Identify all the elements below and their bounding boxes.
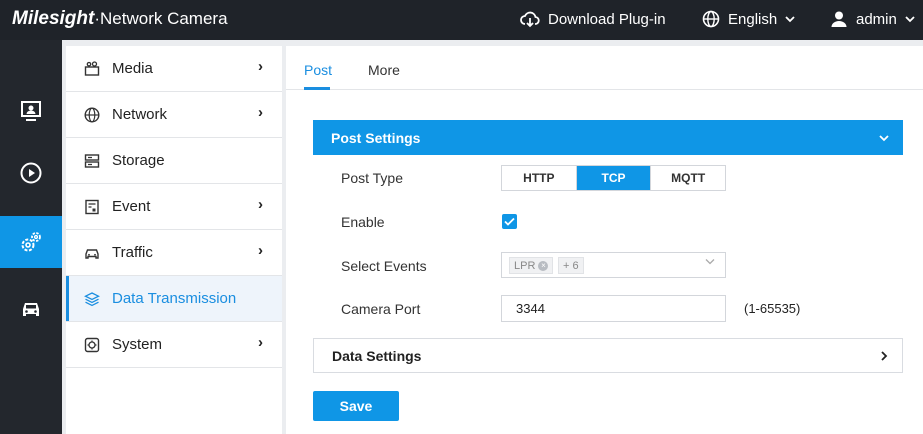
active-tab-indicator — [304, 87, 330, 90]
enable-label: Enable — [341, 214, 385, 230]
rail-vehicle[interactable] — [0, 283, 62, 335]
menu-label: Traffic — [112, 244, 153, 261]
menu-label: Storage — [112, 152, 165, 169]
event-tag-label: LPR — [514, 259, 536, 272]
settings-gears-icon — [21, 232, 41, 252]
enable-checkbox[interactable] — [502, 214, 517, 229]
rail-settings[interactable] — [0, 216, 62, 268]
chevron-right-icon: › — [258, 242, 263, 259]
camera-port-label: Camera Port — [341, 301, 421, 317]
brand-logo: Milesight·Network Camera — [12, 8, 228, 30]
section-title: Data Settings — [332, 347, 422, 364]
post-settings-header[interactable]: Post Settings — [313, 120, 903, 155]
post-type-http-button[interactable]: HTTP — [502, 166, 577, 190]
tab-more[interactable]: More — [368, 62, 400, 78]
post-type-tcp-button[interactable]: TCP — [576, 166, 652, 190]
menu-item-event[interactable]: Event › — [66, 184, 282, 230]
menu-item-data-transmission[interactable]: Data Transmission — [66, 276, 282, 322]
chevron-down-icon — [705, 259, 715, 265]
chevron-down-icon — [785, 16, 795, 23]
tab-post[interactable]: Post — [304, 62, 332, 78]
top-bar: Milesight·Network Camera Download Plug-i… — [0, 0, 923, 40]
camera-port-input[interactable]: 3344 — [501, 295, 726, 322]
user-icon — [831, 11, 847, 27]
menu-item-system[interactable]: System › — [66, 322, 282, 368]
chevron-right-icon: › — [258, 196, 263, 213]
download-plugin-button[interactable]: Download Plug-in — [520, 10, 666, 28]
product-name: ·Network Camera — [94, 9, 228, 28]
remove-tag-icon[interactable]: × — [538, 260, 549, 271]
vehicle-icon — [23, 303, 39, 316]
post-type-selector: HTTP TCP MQTT — [501, 165, 726, 191]
menu-item-network[interactable]: Network › — [66, 92, 282, 138]
select-events-dropdown[interactable]: LPR × + 6 — [501, 252, 726, 278]
car-icon — [85, 249, 99, 259]
event-tag: LPR × — [509, 257, 554, 274]
user-label: admin — [856, 10, 897, 28]
chevron-down-icon — [905, 16, 915, 23]
data-settings-header[interactable]: Data Settings — [313, 338, 903, 373]
language-label: English — [728, 10, 778, 28]
menu-label: Media — [112, 60, 153, 77]
menu-item-traffic[interactable]: Traffic › — [66, 230, 282, 276]
chevron-right-icon: › — [258, 104, 263, 121]
rail-playback[interactable] — [0, 147, 62, 199]
menu-label: Data Transmission — [112, 290, 237, 307]
section-title: Post Settings — [331, 129, 421, 146]
chevron-right-icon: › — [258, 58, 263, 75]
checkmark-icon — [504, 217, 515, 226]
live-view-icon — [21, 101, 41, 121]
user-menu[interactable]: admin — [830, 10, 915, 28]
menu-label: System — [112, 336, 163, 353]
storage-icon — [84, 154, 100, 168]
globe-icon — [702, 10, 720, 28]
save-button[interactable]: Save — [313, 391, 399, 421]
menu-item-storage[interactable]: Storage — [66, 138, 282, 184]
chevron-down-icon — [879, 134, 889, 141]
event-icon — [85, 199, 99, 215]
main-nav-rail — [0, 40, 62, 434]
tab-bar: Post More — [286, 46, 923, 90]
post-type-mqtt-button[interactable]: MQTT — [651, 166, 725, 190]
camera-port-range-hint: (1-65535) — [744, 301, 801, 316]
playback-icon — [20, 162, 42, 184]
brand-name: Milesight — [12, 8, 95, 29]
system-icon — [84, 337, 100, 353]
settings-menu: Media › Network › Storage Event › Traffi… — [66, 46, 282, 434]
menu-item-media[interactable]: Media › — [66, 46, 282, 92]
download-plugin-icon — [520, 11, 540, 28]
chevron-right-icon — [881, 350, 888, 361]
post-type-label: Post Type — [341, 170, 404, 186]
chevron-right-icon: › — [258, 334, 263, 351]
media-icon — [84, 61, 100, 76]
content-panel: Post More Post Settings Post Type HTTP T… — [286, 46, 923, 434]
menu-label: Event — [112, 198, 151, 215]
language-dropdown[interactable]: English — [702, 10, 795, 28]
more-events-tag: + 6 — [558, 257, 584, 274]
globe-icon — [84, 107, 100, 123]
layers-icon — [84, 292, 100, 307]
menu-label: Network — [112, 106, 168, 123]
rail-live-view[interactable] — [0, 85, 62, 137]
download-plugin-label: Download Plug-in — [548, 10, 666, 28]
select-events-label: Select Events — [341, 258, 427, 274]
